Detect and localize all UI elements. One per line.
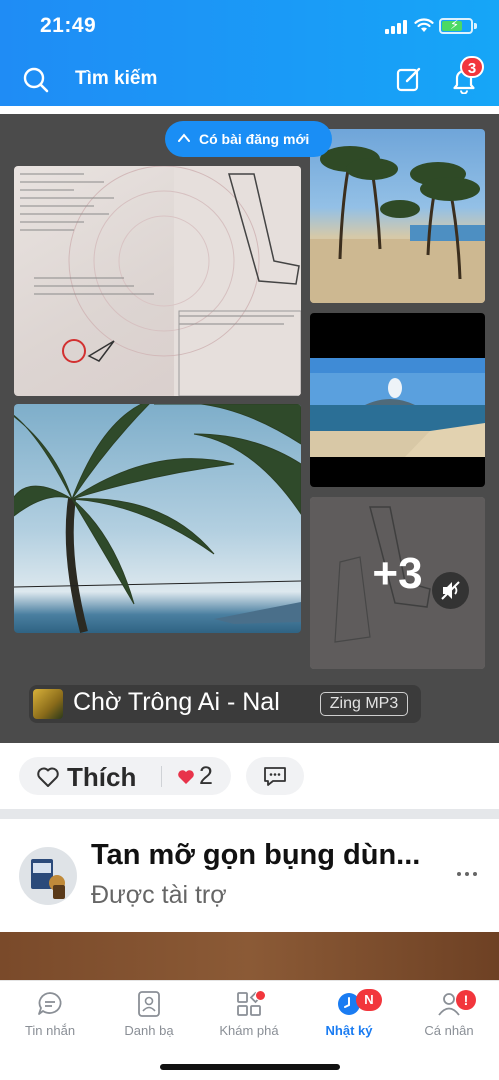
comment-button[interactable] (246, 757, 304, 795)
speaker-muted-icon (441, 581, 460, 600)
next-post-image (0, 932, 499, 980)
compose-icon[interactable] (395, 65, 423, 93)
music-source-badge: Zing MP3 (320, 692, 408, 716)
home-indicator (160, 1064, 340, 1070)
heart-reaction-icon[interactable] (177, 769, 195, 785)
chat-icon (38, 992, 62, 1015)
header-divider (0, 106, 499, 114)
status-bar: 21:49 ⚡ (0, 0, 499, 54)
search-label[interactable]: Tìm kiếm (75, 68, 157, 90)
like-button[interactable]: Thích 2 (19, 757, 231, 795)
photo-sea[interactable] (310, 313, 485, 487)
battery-tip (474, 23, 477, 29)
tab-messages-label: Tin nhắn (24, 1023, 76, 1038)
search-icon[interactable] (22, 66, 50, 94)
tab-profile-label: Cá nhân (424, 1023, 474, 1038)
photo-palm[interactable] (14, 404, 301, 633)
screen: 21:49 ⚡ Tìm kiếm 3 +3 Chờ Trông Ai - Nal… (0, 0, 499, 1080)
tab-timeline-label: Nhật ký (325, 1023, 373, 1038)
status-time: 21:49 (40, 14, 97, 37)
tab-profile[interactable]: Cá nhân (399, 981, 499, 1047)
section-divider (0, 809, 499, 819)
tab-discover-label: Khám phá (219, 1023, 279, 1038)
post-media: +3 Chờ Trông Ai - Nal Zing MP3 (0, 114, 499, 743)
chevron-up-icon (178, 133, 190, 142)
discover-notification-dot (255, 990, 266, 1001)
tab-contacts-label: Danh bạ (124, 1023, 174, 1038)
new-posts-button[interactable]: Có bài đăng mới (165, 121, 332, 157)
reaction-count[interactable]: 2 (199, 762, 213, 791)
more-options-icon[interactable] (456, 869, 478, 879)
tab-messages[interactable]: Tin nhắn (0, 981, 100, 1047)
heart-outline-icon (37, 767, 59, 787)
timeline-badge: N (356, 989, 382, 1011)
ad-avatar[interactable] (19, 847, 77, 905)
tab-contacts[interactable]: Danh bạ (99, 981, 199, 1047)
ad-title[interactable]: Tan mỡ gọn bụng dùn... (91, 839, 431, 872)
new-posts-label: Có bài đăng mới (199, 131, 310, 147)
post-actions: Thích 2 (0, 743, 499, 809)
profile-alert-badge: ! (456, 990, 476, 1010)
sponsored-label: Được tài trợ (91, 881, 227, 909)
comment-icon (264, 767, 286, 786)
photo-beach[interactable] (310, 129, 485, 303)
cellular-signal-icon (385, 19, 409, 34)
like-divider (161, 766, 162, 787)
battery-icon: ⚡ (439, 17, 473, 34)
sponsored-post[interactable]: Tan mỡ gọn bụng dùn... Được tài trợ (0, 819, 499, 932)
like-label: Thích (67, 762, 137, 792)
music-cover-art (33, 689, 63, 719)
app-header: 21:49 ⚡ Tìm kiếm 3 (0, 0, 499, 106)
wifi-icon (414, 18, 434, 32)
tab-timeline[interactable]: Nhật ký (299, 981, 399, 1047)
contacts-icon (138, 991, 160, 1017)
photo-document[interactable] (14, 166, 301, 396)
tab-discover[interactable]: Khám phá (199, 981, 299, 1047)
music-bar[interactable]: Chờ Trông Ai - Nal Zing MP3 (29, 685, 421, 723)
notification-badge: 3 (460, 56, 484, 78)
music-title: Chờ Trông Ai - Nal (73, 688, 280, 716)
mute-button[interactable] (432, 572, 469, 609)
